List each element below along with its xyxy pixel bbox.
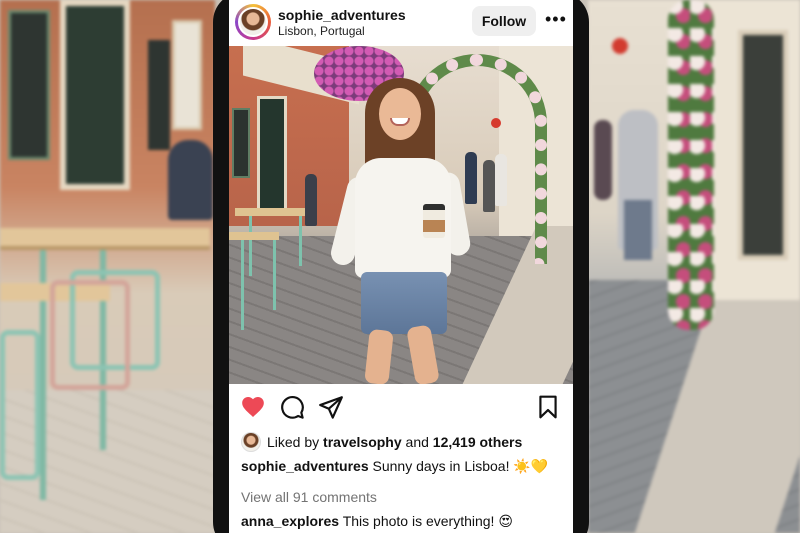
post-photo[interactable] bbox=[229, 46, 573, 384]
background-street-right bbox=[588, 0, 800, 533]
photo-subject bbox=[328, 76, 477, 384]
background-cafe-left bbox=[0, 0, 215, 533]
comment-text: This photo is everything! 😍 bbox=[342, 513, 513, 529]
post-username[interactable]: sophie_adventures bbox=[278, 7, 406, 23]
liker-avatar[interactable] bbox=[241, 432, 261, 452]
caption-text: Sunny days in Lisboa! ☀️💛 bbox=[372, 458, 549, 474]
caption-username[interactable]: sophie_adventures bbox=[241, 458, 369, 474]
likes-prefix: Liked by bbox=[267, 434, 320, 450]
follow-button[interactable]: Follow bbox=[472, 6, 536, 36]
post-actions bbox=[229, 384, 573, 430]
likes-joiner: and bbox=[405, 434, 429, 450]
bookmark-icon[interactable] bbox=[535, 394, 561, 420]
post-header: sophie_adventures Lisbon, Portugal Follo… bbox=[229, 0, 573, 46]
avatar[interactable] bbox=[235, 4, 271, 40]
comment-item: anna_explores This photo is everything! … bbox=[241, 513, 513, 530]
instagram-post: sophie_adventures Lisbon, Portugal Follo… bbox=[229, 0, 573, 533]
comment-icon[interactable] bbox=[279, 394, 305, 420]
liked-by-username[interactable]: travelsophy bbox=[323, 434, 402, 450]
likes-count[interactable]: 12,419 others bbox=[433, 434, 523, 450]
comment-username[interactable]: anna_explores bbox=[241, 513, 339, 529]
view-all-comments-link[interactable]: View all 91 comments bbox=[241, 489, 377, 505]
likes-summary: Liked by travelsophy and 12,419 others bbox=[241, 432, 571, 452]
post-caption: sophie_adventures Sunny days in Lisboa! … bbox=[241, 458, 548, 475]
share-icon[interactable] bbox=[318, 394, 344, 420]
post-location[interactable]: Lisbon, Portugal bbox=[278, 24, 365, 38]
heart-icon[interactable] bbox=[240, 394, 266, 420]
more-icon[interactable]: ••• bbox=[545, 9, 567, 30]
